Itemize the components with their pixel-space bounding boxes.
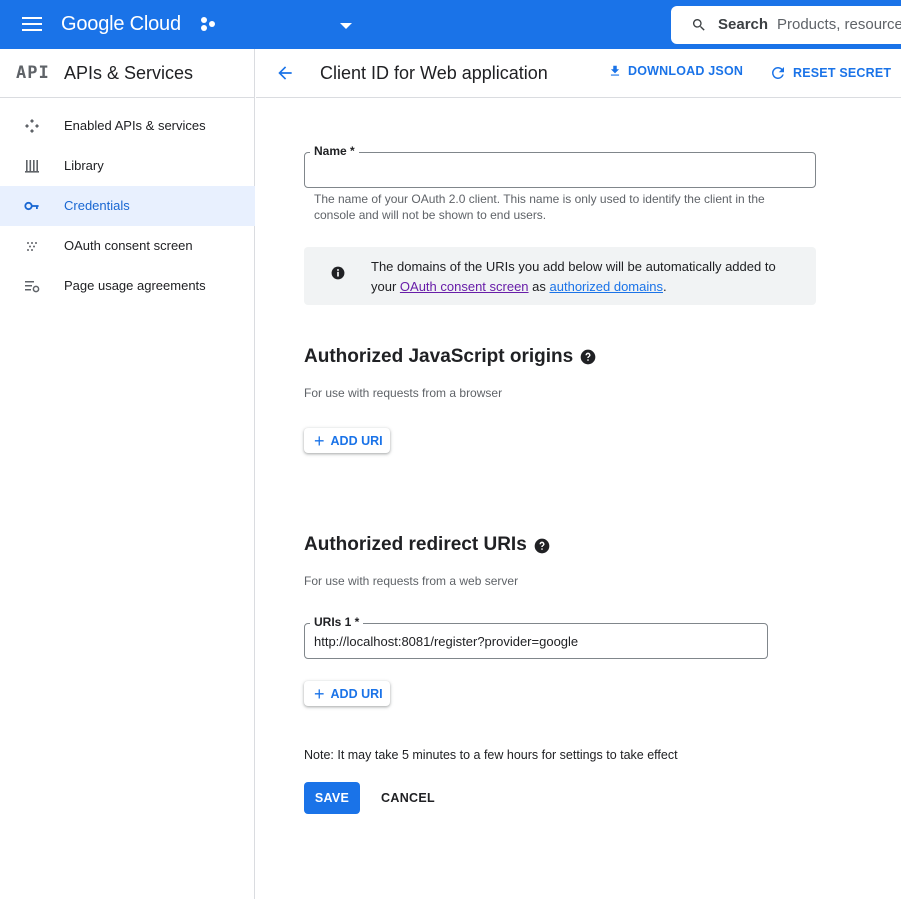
- redirect-uri-value: http://localhost:8081/register?provider=…: [314, 634, 579, 649]
- js-origins-title: Authorized JavaScript origins: [304, 346, 574, 367]
- search-bar[interactable]: Search Products, resources: [671, 6, 901, 44]
- sidebar-header: API APIs & Services: [0, 49, 254, 98]
- download-icon: [610, 65, 620, 76]
- plus-icon: +: [314, 430, 325, 451]
- add-redirect-uri-button[interactable]: + ADD URI: [304, 681, 390, 706]
- name-help-text: The name of your OAuth 2.0 client. This …: [314, 192, 765, 222]
- info-text-part: .: [662, 279, 667, 294]
- sidebar-item-enabled-apis[interactable]: Enabled APIs & services: [0, 106, 255, 146]
- download-json-label: DOWNLOAD JSON: [628, 64, 744, 78]
- info-text: The domains of the URIs you add below wi…: [371, 257, 801, 297]
- api-hub-icon: [25, 119, 39, 133]
- help-icon[interactable]: [580, 349, 596, 365]
- sidebar-item-label: Credentials: [64, 198, 130, 213]
- reset-secret-button[interactable]: RESET SECRET: [769, 64, 891, 82]
- redirect-uris-subtitle: For use with requests from a web server: [304, 574, 519, 588]
- add-js-origin-button[interactable]: + ADD URI: [304, 428, 390, 453]
- help-icon[interactable]: [534, 538, 550, 554]
- info-banner: The domains of the URIs you add below wi…: [304, 247, 816, 305]
- redirect-uris-title: Authorized redirect URIs: [304, 534, 527, 555]
- page-header: Client ID for Web application DOWNLOAD J…: [256, 49, 901, 98]
- add-uri-label: ADD URI: [330, 686, 383, 701]
- api-logo-icon: API: [16, 63, 50, 83]
- name-field[interactable]: [304, 152, 816, 188]
- info-text-part: as: [528, 279, 550, 294]
- save-button[interactable]: SAVE: [304, 782, 360, 814]
- authorized-domains-link[interactable]: authorized domains: [550, 279, 663, 294]
- sidebar-item-oauth-consent[interactable]: OAuth consent screen: [0, 226, 255, 266]
- reset-secret-label: RESET SECRET: [793, 66, 892, 80]
- project-picker-icon[interactable]: [201, 17, 217, 33]
- redirect-uri-field[interactable]: http://localhost:8081/register?provider=…: [304, 623, 768, 659]
- sidebar-item-credentials[interactable]: Credentials: [0, 186, 255, 226]
- sidebar-item-library[interactable]: Library: [0, 146, 255, 186]
- settings-note: Note: It may take 5 minutes to a few hou…: [304, 748, 678, 762]
- key-icon: [24, 201, 39, 211]
- google-cloud-logo[interactable]: Google Cloud: [61, 13, 181, 36]
- sidebar-item-label: Enabled APIs & services: [64, 118, 206, 133]
- info-icon: [331, 266, 345, 280]
- add-uri-label: ADD URI: [330, 433, 383, 448]
- chevron-down-icon[interactable]: [340, 23, 352, 29]
- settings-list-icon: [25, 281, 40, 293]
- plus-icon: +: [314, 683, 325, 704]
- dots-grid-icon: [27, 242, 37, 251]
- sidebar-title: APIs & Services: [64, 63, 194, 83]
- menu-icon[interactable]: [22, 17, 42, 31]
- library-icon: [25, 160, 39, 173]
- search-icon: [692, 19, 705, 31]
- js-origins-subtitle: For use with requests from a browser: [304, 386, 503, 400]
- sidebar: API APIs & Services Enabled APIs & servi…: [0, 49, 255, 899]
- sidebar-item-page-usage[interactable]: Page usage agreements: [0, 266, 255, 306]
- search-placeholder: Products, resources: [777, 16, 901, 33]
- top-app-bar: Google Cloud Search Products, resources: [0, 0, 901, 49]
- download-json-button[interactable]: DOWNLOAD JSON: [608, 64, 743, 78]
- page-title: Client ID for Web application: [320, 63, 548, 83]
- refresh-icon: [771, 66, 784, 79]
- redirect-uri-label: URIs 1 *: [310, 615, 364, 629]
- sidebar-item-label: Page usage agreements: [64, 278, 206, 293]
- cancel-button[interactable]: CANCEL: [372, 782, 444, 814]
- back-arrow-icon[interactable]: [275, 63, 295, 83]
- sidebar-item-label: OAuth consent screen: [64, 238, 193, 253]
- oauth-consent-link[interactable]: OAuth consent screen: [400, 279, 529, 294]
- search-label: Search: [718, 16, 769, 33]
- name-field-label: Name *: [310, 144, 359, 158]
- sidebar-item-label: Library: [64, 158, 104, 173]
